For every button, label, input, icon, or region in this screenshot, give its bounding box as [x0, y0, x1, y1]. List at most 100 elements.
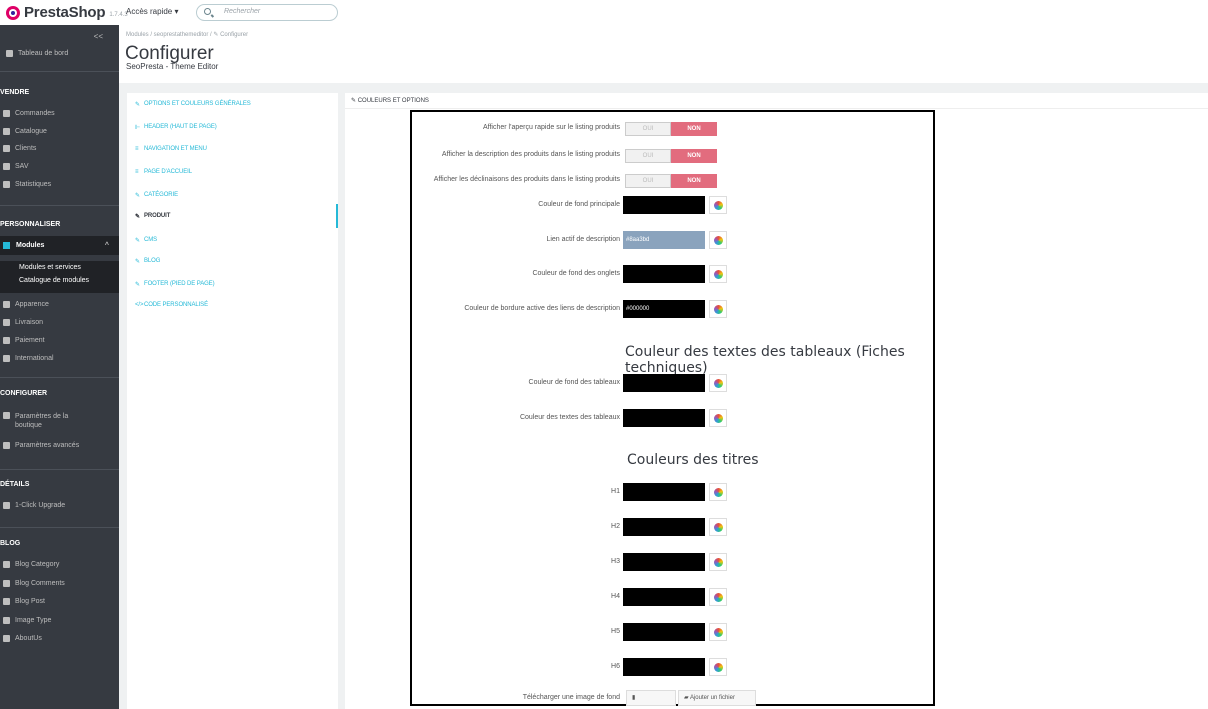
sidebar-item-blog-category[interactable]: Blog Category — [0, 556, 119, 572]
dashboard-icon — [6, 49, 13, 57]
sidebar-item-upgrade[interactable]: 1-Click Upgrade — [0, 497, 119, 513]
quick-access-dropdown[interactable]: Accès rapide ▾ — [126, 7, 178, 16]
catalog-icon — [3, 127, 10, 135]
toggle-no[interactable]: NON — [671, 174, 717, 188]
sidebar-item-advanced-params[interactable]: Paramètres avancés — [0, 437, 119, 453]
page-subtitle: SeoPresta - Theme Editor — [126, 62, 219, 71]
color-picker-button[interactable] — [709, 623, 727, 641]
search-input[interactable]: Rechercher — [196, 4, 338, 21]
puzzle-icon — [3, 597, 10, 605]
color-picker-button[interactable] — [709, 231, 727, 249]
sidebar-item-catalog[interactable]: Catalogue — [0, 123, 119, 139]
sidebar-item-dashboard[interactable]: Tableau de bord — [0, 45, 119, 61]
color-picker-button[interactable] — [709, 588, 727, 606]
section-customize: PERSONNALISER — [0, 221, 61, 228]
tab-homepage[interactable]: ≡ PAGE D'ACCUEIL — [127, 161, 338, 183]
sidebar-item-modules[interactable]: Modules ^ — [0, 236, 119, 255]
tab-navigation[interactable]: ≡ NAVIGATION ET MENU — [127, 138, 338, 160]
color-picker-button[interactable] — [709, 196, 727, 214]
sidebar-item-appearance[interactable]: Apparence — [0, 296, 119, 312]
color-picker-button[interactable] — [709, 658, 727, 676]
sidebar-item-label: AboutUs — [15, 634, 42, 642]
color-input[interactable] — [623, 588, 705, 606]
sidebar-item-aboutus[interactable]: AboutUs — [0, 630, 119, 646]
color-wheel-icon — [714, 305, 723, 314]
toggle-yes[interactable]: OUI — [625, 149, 671, 163]
top-header: PrestaShop 1.7.4.3 Accès rapide ▾ Recher… — [0, 0, 1208, 25]
color-input[interactable]: #000000 — [623, 300, 705, 318]
sidebar-item-payment[interactable]: Paiement — [0, 332, 119, 348]
tab-general-options[interactable]: ✎ OPTIONS ET COULEURS GÉNÉRALES — [127, 93, 338, 115]
color-wheel-icon — [714, 628, 723, 637]
color-input[interactable] — [623, 409, 705, 427]
color-picker-button[interactable] — [709, 553, 727, 571]
submenu-item-modules-services[interactable]: Modules et services — [0, 261, 119, 274]
tab-footer[interactable]: ✎ FOOTER (PIED DE PAGE) — [127, 273, 338, 295]
sidebar-item-shop-params[interactable]: Paramètres de la boutique — [0, 412, 119, 432]
color-input[interactable] — [623, 196, 705, 214]
heading-label: H4 — [611, 593, 620, 600]
tab-label: BLOG — [144, 258, 161, 264]
pencil-icon: ✎ — [135, 102, 140, 108]
prestashop-logo[interactable]: PrestaShop 1.7.4.3 — [6, 4, 128, 21]
sidebar-item-orders[interactable]: Commandes — [0, 105, 119, 121]
sidebar-item-shipping[interactable]: Livraison — [0, 314, 119, 330]
color-wheel-icon — [714, 663, 723, 672]
add-file-label: Ajouter un fichier — [689, 695, 735, 701]
color-input[interactable] — [623, 483, 705, 501]
breadcrumb[interactable]: Modules / seoprestathemeditor / ✎ Config… — [126, 31, 248, 38]
color-picker-button[interactable] — [709, 374, 727, 392]
sidebar-item-label: Tableau de bord — [18, 49, 69, 57]
color-input[interactable] — [623, 553, 705, 571]
tab-blog[interactable]: ✎ BLOG — [127, 250, 338, 272]
globe-icon — [3, 354, 10, 362]
sidebar-item-image-type[interactable]: Image Type — [0, 612, 119, 628]
version-label: 1.7.4.3 — [109, 11, 128, 18]
collapse-sidebar-button[interactable]: << — [94, 32, 103, 41]
tab-header[interactable]: ⊩ HEADER (HAUT DE PAGE) — [127, 116, 338, 138]
color-picker-button[interactable] — [709, 265, 727, 283]
color-input[interactable] — [623, 265, 705, 283]
color-picker-button[interactable] — [709, 409, 727, 427]
color-input[interactable] — [623, 374, 705, 392]
file-name-field[interactable]: ▮ — [626, 690, 676, 706]
sidebar-item-label: Paiement — [15, 336, 45, 344]
settings-icon — [3, 441, 10, 449]
toggle-yes[interactable]: OUI — [625, 174, 671, 188]
section-title-tables: Couleur des textes des tableaux (Fiches … — [625, 344, 905, 376]
sidebar-item-blog-comments[interactable]: Blog Comments — [0, 575, 119, 591]
sidebar-item-international[interactable]: International — [0, 350, 119, 366]
tab-cms[interactable]: ✎ CMS — [127, 229, 338, 251]
sidebar-item-stats[interactable]: Statistiques — [0, 176, 119, 192]
puzzle-icon — [3, 242, 10, 249]
color-picker-button[interactable] — [709, 483, 727, 501]
color-picker-button[interactable] — [709, 300, 727, 318]
submenu-item-modules-catalog[interactable]: Catalogue de modules — [0, 274, 119, 287]
toggle-label: Afficher les déclinaisons des produits d… — [433, 176, 620, 183]
chevron-up-icon: ^ — [104, 242, 109, 249]
section-configure: CONFIGURER — [0, 390, 48, 397]
pencil-icon: ✎ — [351, 98, 358, 104]
tab-product[interactable]: ✎ PRODUIT — [127, 204, 338, 228]
add-file-button[interactable]: ▰ Ajouter un fichier — [678, 690, 756, 706]
variants-toggle[interactable]: OUI NON — [625, 174, 717, 188]
section-title-headings: Couleurs des titres — [627, 452, 759, 468]
toggle-yes[interactable]: OUI — [625, 122, 671, 136]
color-input[interactable] — [623, 623, 705, 641]
toggle-no[interactable]: NON — [671, 122, 717, 136]
sidebar-item-customers[interactable]: Clients — [0, 140, 119, 156]
search-icon — [204, 8, 211, 15]
tab-custom-code[interactable]: </> CODE PERSONNALISÉ — [127, 294, 338, 316]
quick-view-toggle[interactable]: OUI NON — [625, 122, 717, 136]
tab-label: FOOTER (PIED DE PAGE) — [144, 281, 215, 287]
sidebar-item-blog-post[interactable]: Blog Post — [0, 593, 119, 609]
color-picker-button[interactable] — [709, 518, 727, 536]
color-input[interactable]: #8aa3bd — [623, 231, 705, 249]
color-input[interactable] — [623, 518, 705, 536]
toggle-no[interactable]: NON — [671, 149, 717, 163]
color-input[interactable] — [623, 658, 705, 676]
customers-icon — [3, 144, 10, 152]
sidebar-item-sav[interactable]: SAV — [0, 158, 119, 174]
description-toggle[interactable]: OUI NON — [625, 149, 717, 163]
tab-category[interactable]: ✎ CATÉGORIE — [127, 184, 338, 206]
